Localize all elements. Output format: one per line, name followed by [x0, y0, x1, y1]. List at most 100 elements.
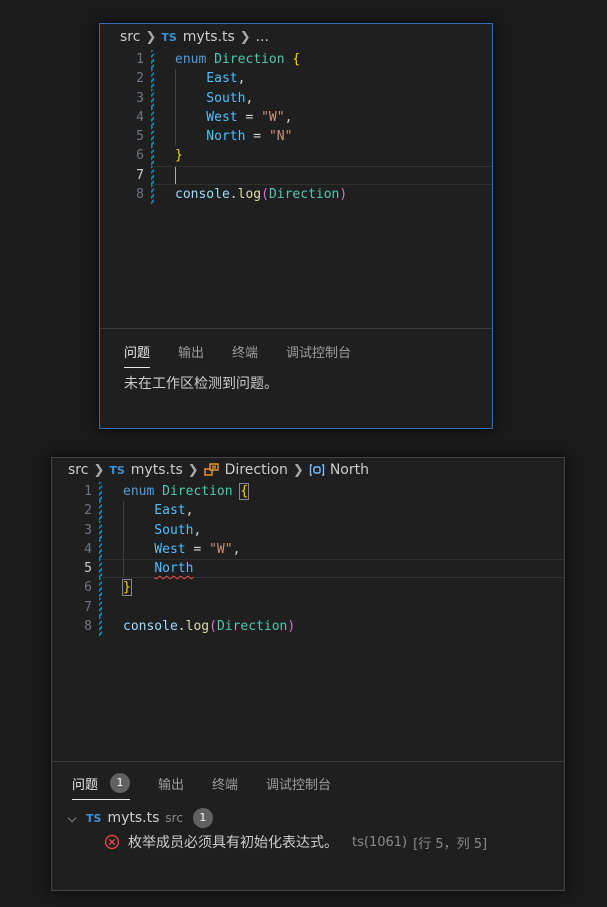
breadcrumb-symbol-enum[interactable]: Direction	[225, 462, 288, 478]
code-line[interactable]: 4 West = "W",	[100, 107, 492, 128]
enum-icon	[203, 463, 220, 477]
code-text: East,	[123, 501, 193, 521]
code-line[interactable]: 6}	[52, 578, 564, 598]
panel-tab[interactable]: 调试控制台	[286, 338, 351, 364]
code-token: =	[185, 541, 210, 557]
code-token: West	[175, 109, 238, 125]
line-number: 6	[136, 148, 144, 164]
git-change-indicator	[99, 597, 102, 618]
panel-tab[interactable]: 输出	[158, 770, 184, 796]
chevron-right-icon: ❯	[93, 462, 105, 478]
code-token: {	[292, 52, 301, 67]
error-icon	[104, 834, 120, 850]
code-token: )	[287, 619, 296, 635]
code-line[interactable]: 1 enum Direction {	[52, 482, 564, 502]
line-number: 8	[84, 619, 92, 635]
code-token: log	[237, 187, 262, 203]
code-line[interactable]: 5 North	[52, 559, 564, 579]
panel-tab-label: 终端	[212, 777, 239, 793]
code-line[interactable]: 4 West = "W",	[52, 539, 564, 560]
panel-tab[interactable]: 问题	[124, 338, 151, 368]
panel-tab[interactable]: 问题 1	[72, 770, 131, 800]
code-token: ,	[284, 109, 293, 125]
panel-tab-label: 问题	[124, 345, 151, 361]
breadcrumb-folder[interactable]: src	[68, 462, 88, 478]
git-change-indicator	[99, 578, 102, 598]
code-text: West = "W",	[175, 107, 293, 128]
code-token: "N"	[268, 129, 293, 145]
problem-item[interactable]: 枚举成员必须具有初始化表达式。 ts(1061) [行 5，列 5]	[52, 830, 564, 854]
breadcrumb-more[interactable]: ...	[256, 29, 269, 45]
code-token: West	[123, 541, 186, 557]
problems-panel: 问题 1 输出 终端 调试控制台 ⌵ TS myts.ts src 1 枚举成员必须具有…	[52, 761, 564, 890]
code-token: North	[175, 129, 246, 145]
code-token: South	[175, 90, 246, 106]
text-caret	[175, 166, 176, 184]
code-token: )	[339, 187, 348, 203]
code-token: (	[209, 619, 217, 635]
git-change-indicator	[151, 107, 154, 128]
line-number: 5	[84, 561, 92, 577]
code-line[interactable]: 7	[100, 165, 492, 186]
panel-tab-label: 调试控制台	[266, 777, 332, 793]
code-text: East,	[175, 69, 245, 89]
code-line[interactable]: 5 North = "N"	[100, 127, 492, 147]
code-line[interactable]: 2 East,	[52, 501, 564, 521]
git-change-indicator	[151, 127, 154, 147]
code-line[interactable]: 8 console.log(Direction)	[100, 185, 492, 205]
code-token: {	[239, 483, 250, 500]
code-text: console.log(Direction)	[123, 617, 295, 636]
indent-guide	[175, 88, 176, 108]
code-text: North	[123, 559, 193, 579]
indent-guide	[175, 107, 176, 128]
problem-file-row[interactable]: ⌵ TS myts.ts src 1	[52, 806, 564, 830]
code-editor[interactable]: 1 enum Direction {2 East, 3 South, 4 West =…	[52, 482, 564, 637]
editor-window-with-error: src ❯ TS myts.ts ❯ Direction ❯ North 1 en…	[51, 457, 565, 891]
code-token: enum	[123, 484, 155, 499]
code-line[interactable]: 1 enum Direction {	[100, 50, 492, 70]
code-token: console	[175, 187, 230, 203]
code-line[interactable]: 2 East,	[100, 69, 492, 89]
error-source: ts(1061)	[352, 834, 408, 850]
indent-guide	[123, 559, 124, 579]
problems-panel: 问题 输出 终端 调试控制台 未在工作区检测到问题。	[100, 328, 492, 428]
panel-tab[interactable]: 调试控制台	[266, 770, 331, 796]
line-number: 4	[84, 541, 92, 557]
code-token: log	[185, 619, 210, 635]
code-text: enum Direction {	[123, 482, 250, 501]
indent-guide	[123, 520, 124, 540]
panel-tab[interactable]: 输出	[178, 338, 204, 364]
git-change-indicator	[151, 185, 154, 205]
typescript-file-icon: TS	[86, 811, 102, 825]
code-line[interactable]: 8 console.log(Direction)	[52, 617, 564, 637]
code-line[interactable]: 6}	[100, 146, 492, 166]
breadcrumb-file[interactable]: myts.ts	[183, 29, 235, 45]
line-number: 7	[136, 167, 144, 183]
enum-member-icon	[309, 463, 325, 477]
code-line[interactable]: 7	[52, 597, 564, 618]
code-token: ,	[245, 90, 254, 106]
chevron-down-icon[interactable]: ⌵	[64, 811, 80, 826]
indent-guide	[175, 69, 176, 89]
line-number: 3	[136, 90, 144, 106]
breadcrumb-file[interactable]: myts.ts	[131, 462, 183, 478]
breadcrumb: src ❯ TS myts.ts ❯ ...	[100, 25, 492, 49]
editor-window-no-problems: src ❯ TS myts.ts ❯ ... 1 enum Direction {…	[99, 23, 493, 429]
code-editor[interactable]: 1 enum Direction {2 East, 3 South, 4 West =…	[100, 50, 492, 205]
code-text: }	[122, 578, 132, 597]
panel-tab[interactable]: 终端	[212, 770, 238, 796]
panel-tab[interactable]: 终端	[232, 338, 258, 364]
code-line[interactable]: 3 South,	[100, 88, 492, 108]
code-token: }	[175, 148, 183, 164]
code-text: West = "W",	[123, 539, 240, 560]
breadcrumb-symbol-member[interactable]: North	[330, 462, 369, 478]
indent-guide	[123, 501, 124, 521]
indent-guide	[123, 539, 124, 560]
breadcrumb-folder[interactable]: src	[120, 29, 140, 45]
problem-count-badge: 1	[192, 808, 213, 828]
code-line[interactable]: 3 South,	[52, 520, 564, 540]
code-token: (	[261, 187, 269, 203]
line-number: 2	[84, 503, 92, 519]
